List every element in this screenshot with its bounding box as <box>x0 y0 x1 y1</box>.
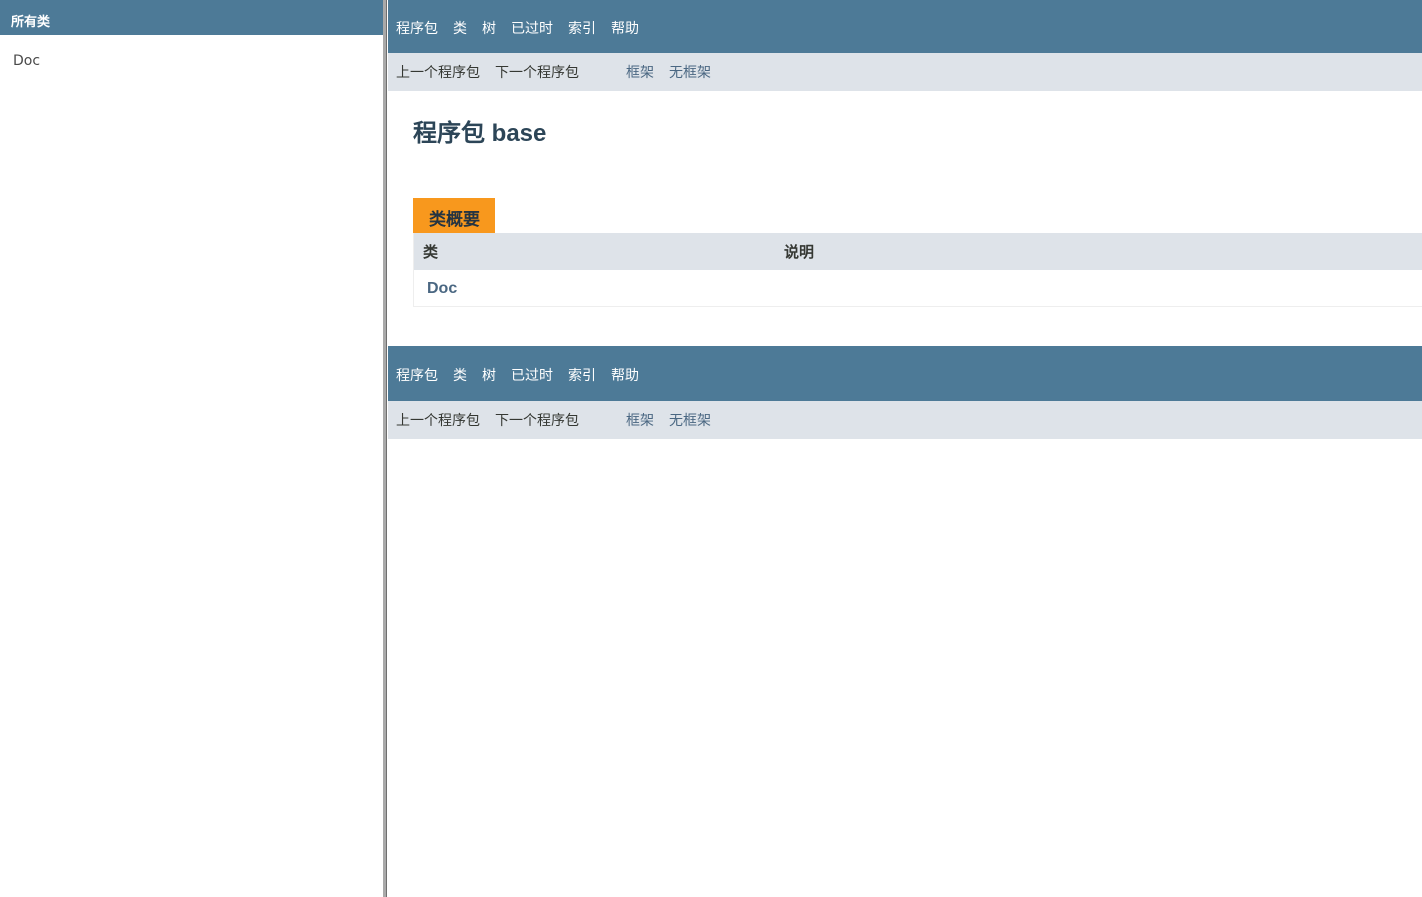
bottom-no-frames-link[interactable]: 无框架 <box>669 410 711 430</box>
sub-nav-bar: 上一个程序包 下一个程序包 框架 无框架 <box>388 53 1422 91</box>
all-classes-frame: 所有类 Doc <box>0 0 383 897</box>
class-link-doc[interactable]: Doc <box>13 53 40 69</box>
bottom-frames-link[interactable]: 框架 <box>626 410 654 430</box>
class-cell: Doc <box>414 278 784 298</box>
bottom-nav-help[interactable]: 帮助 <box>611 365 639 385</box>
nav-tree[interactable]: 树 <box>482 18 496 38</box>
bottom-nav-tree[interactable]: 树 <box>482 365 496 385</box>
class-summary-caption: 类概要 <box>413 198 495 233</box>
next-package-label: 下一个程序包 <box>495 65 579 81</box>
package-frame: 程序包 类 树 已过时 索引 帮助 上一个程序包 下一个程序包 框架 无框架 程… <box>388 0 1422 897</box>
bottom-prev-package-label: 上一个程序包 <box>396 413 480 429</box>
prev-package-label: 上一个程序包 <box>396 65 480 81</box>
class-summary-table: 类 说明 Doc <box>413 233 1422 307</box>
top-nav-bar: 程序包 类 树 已过时 索引 帮助 <box>388 0 1422 53</box>
bottom-sub-nav-bar: 上一个程序包 下一个程序包 框架 无框架 <box>388 401 1422 439</box>
bottom-nav-package[interactable]: 程序包 <box>396 365 438 385</box>
bottom-nav-index[interactable]: 索引 <box>568 365 596 385</box>
bottom-nav-class[interactable]: 类 <box>453 365 467 385</box>
frames-link[interactable]: 框架 <box>626 62 654 82</box>
page-title: 程序包 base <box>413 120 547 147</box>
column-header-description: 说明 <box>784 243 815 261</box>
class-row-link-doc[interactable]: Doc <box>414 280 457 297</box>
nav-index[interactable]: 索引 <box>568 18 596 38</box>
class-list: Doc <box>0 35 383 69</box>
nav-package[interactable]: 程序包 <box>396 18 438 38</box>
class-summary: 类概要 类 说明 Doc <box>413 198 1422 307</box>
nav-help[interactable]: 帮助 <box>611 18 639 38</box>
column-header-class: 类 <box>423 243 439 261</box>
table-row: Doc <box>414 270 1422 306</box>
nav-deprecated[interactable]: 已过时 <box>511 18 553 38</box>
bottom-nav-deprecated[interactable]: 已过时 <box>511 365 553 385</box>
bottom-nav-bar: 程序包 类 树 已过时 索引 帮助 <box>388 346 1422 401</box>
table-header-row: 类 说明 <box>414 233 1422 270</box>
all-classes-header: 所有类 <box>0 0 383 35</box>
no-frames-link[interactable]: 无框架 <box>669 62 711 82</box>
bottom-next-package-label: 下一个程序包 <box>495 413 579 429</box>
nav-class[interactable]: 类 <box>453 18 467 38</box>
bottom-navigation: 程序包 类 树 已过时 索引 帮助 上一个程序包 下一个程序包 框架 无框架 <box>388 346 1422 439</box>
page-content: 程序包 base 类概要 类 说明 Doc <box>388 91 1422 346</box>
